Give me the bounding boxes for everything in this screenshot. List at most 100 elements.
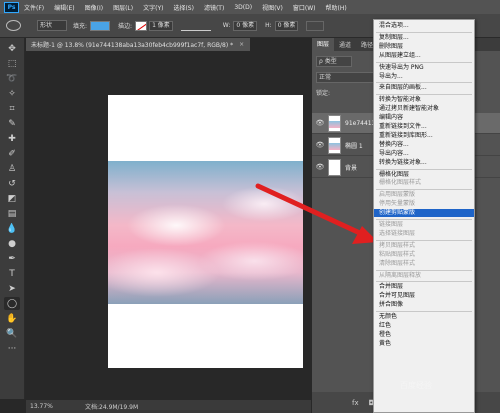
blur-tool-icon[interactable]: 💧 [4,222,20,235]
fill-label: 填充: [73,23,88,30]
dodge-tool-icon[interactable]: ● [4,237,20,250]
context-menu-item: 停用矢量蒙版 [379,200,416,208]
status-bar: 13.77% 文档:24.9M/19.9M [26,400,311,413]
context-menu-item[interactable]: 转换为智能对象 [374,96,474,104]
history-brush-tool-icon[interactable]: ↺ [4,177,20,190]
context-menu-item[interactable]: 创建剪贴蒙版 [374,209,474,218]
healing-brush-tool-icon[interactable]: ✚ [4,132,20,145]
tool-mode-dropdown[interactable]: 形状 [37,20,67,31]
layer-thumbnail [328,158,341,176]
fx-icon[interactable]: fx [352,399,359,407]
context-menu-item[interactable]: 重新链接到文件... [374,123,474,131]
context-menu-item[interactable]: 重新链接到库图形... [374,132,474,140]
clone-stamp-tool-icon[interactable]: ♙ [4,162,20,175]
context-menu-item[interactable]: 替换内容... [374,141,474,149]
close-icon[interactable]: × [239,41,244,48]
path-selection-tool-icon[interactable]: ➤ [4,282,20,295]
blend-mode-dropdown[interactable]: 正常 [316,72,376,83]
context-menu-item[interactable]: 红色 [374,322,474,330]
context-menu-item[interactable]: 复制图层... [374,34,474,42]
context-menu-item[interactable]: 无颜色 [374,313,474,321]
path-operations-dropdown[interactable] [306,20,325,31]
zoom-tool-icon[interactable]: 🔍 [4,327,20,340]
context-menu-item: 链接图层 [379,221,404,228]
context-menu-item[interactable]: 编辑内容 [374,114,474,122]
context-menu-item[interactable]: 通过拷贝新建智能对象 [374,105,474,113]
menu-separator [376,311,472,313]
context-menu-item[interactable]: 栅格化图层 [374,171,474,179]
document-size: 文档:24.9M/19.9M [85,404,139,411]
stroke-type-dropdown[interactable] [180,21,211,31]
visibility-eye-icon[interactable]: 👁 [312,141,328,149]
menu-3d[interactable]: 3D(D) [234,4,252,11]
zoom-level[interactable]: 13.77% [30,403,85,410]
tab-channels[interactable]: 通道 [334,40,356,49]
eyedropper-tool-icon[interactable]: ✎ [4,117,20,130]
context-menu-item[interactable]: 黄色 [374,340,474,348]
type-tool-icon[interactable]: T [4,267,20,280]
menu-type[interactable]: 文字(Y) [143,3,163,12]
stroke-width-field[interactable]: 1 像素 [149,20,173,31]
menu-file[interactable]: 文件(F) [24,3,44,12]
menu-separator [376,269,472,271]
layer-thumbnail [328,136,341,154]
ellipse-tool-icon[interactable]: ◯ [4,297,20,310]
magic-wand-tool-icon[interactable]: ✧ [4,87,20,100]
context-menu-item[interactable]: 导出为... [374,73,474,81]
menu-separator [376,239,472,241]
context-menu-item: 清除图层样式 [379,259,416,267]
tab-layers[interactable]: 图层 [312,38,335,51]
context-menu-item[interactable]: 快速导出为 PNG [374,64,474,72]
menu-filter[interactable]: 滤镜(T) [204,3,224,12]
context-menu-item: 拷贝图层样式 [379,241,416,249]
menu-edit[interactable]: 编辑(E) [54,3,74,12]
width-field[interactable]: 0 像素 [233,20,258,31]
context-menu-item[interactable]: 合并可见图层 [374,292,474,300]
layer-context-menu: 混合选项... 复制图层... 删除图层 从图层建立组... 快速导出为 PNG 导出为.… [373,19,475,413]
document-tab[interactable]: 未标题-1 @ 13.8% (91e744138aba13a30feb4cb99… [26,38,250,51]
more-tools-icon[interactable]: ··· [4,342,20,355]
context-menu-item[interactable]: 合并图层 [374,283,474,291]
context-menu-item[interactable]: 导出内容... [374,150,474,158]
fill-color-swatch[interactable] [90,20,111,31]
context-menu-item[interactable]: 转换为链接对象... [374,159,474,167]
height-field[interactable]: 0 像素 [274,20,299,31]
hand-tool-icon[interactable]: ✋ [4,312,20,325]
context-menu-item[interactable]: 橙色 [374,331,474,339]
menu-window[interactable]: 窗口(W) [293,3,316,12]
context-menu-item[interactable]: 删除图层 [374,43,474,51]
context-menu-item[interactable]: 从图层建立组... [374,52,474,60]
ellipse-tool-preset-icon[interactable] [6,20,21,31]
stroke-color-swatch[interactable] [135,20,148,31]
visibility-eye-icon[interactable]: 👁 [312,163,328,171]
layer-thumbnail [328,114,341,132]
watermark: 百度经验 [400,381,432,390]
marquee-tool-icon[interactable]: ⬚ [4,57,20,70]
context-menu-item[interactable]: 拼合图像 [374,301,474,309]
red-arrow-annotation [255,183,378,244]
context-menu-item[interactable]: 混合选项... [374,22,474,30]
layer-filter: ρ 类型 [316,55,352,68]
pen-tool-icon[interactable]: ✒ [4,252,20,265]
layer-kind-dropdown[interactable]: ρ 类型 [316,56,352,67]
context-menu-item: 粘贴图层样式 [379,250,416,258]
context-menu-item[interactable]: 来自图层的画板... [374,84,474,92]
eraser-tool-icon[interactable]: ◩ [4,192,20,205]
document-tab-title: 未标题-1 @ 13.8% (91e744138aba13a30feb4cb99… [31,42,234,49]
context-menu-item: 从隔离图层释放 [379,271,422,279]
brush-tool-icon[interactable]: ✐ [4,147,20,160]
gradient-tool-icon[interactable]: ▤ [4,207,20,220]
layer-name: 椭圆 1 [345,142,363,150]
menu-view[interactable]: 视图(V) [262,3,283,12]
crop-tool-icon[interactable]: ⌗ [4,102,20,115]
menu-select[interactable]: 选择(S) [173,3,194,12]
lasso-tool-icon[interactable]: ➰ [4,72,20,85]
menu-help[interactable]: 帮助(H) [326,3,347,12]
menu-image[interactable]: 图像(I) [85,3,103,12]
menu-layer[interactable]: 图层(L) [113,3,133,12]
menu-bar: Ps 文件(F) 编辑(E) 图像(I) 图层(L) 文字(Y) 选择(S) 滤… [0,0,500,14]
visibility-eye-icon[interactable]: 👁 [312,119,328,127]
context-menu-item: 栅格化图层样式 [379,179,422,187]
menu-separator [376,168,472,170]
move-tool-icon[interactable]: ✥ [4,42,20,55]
